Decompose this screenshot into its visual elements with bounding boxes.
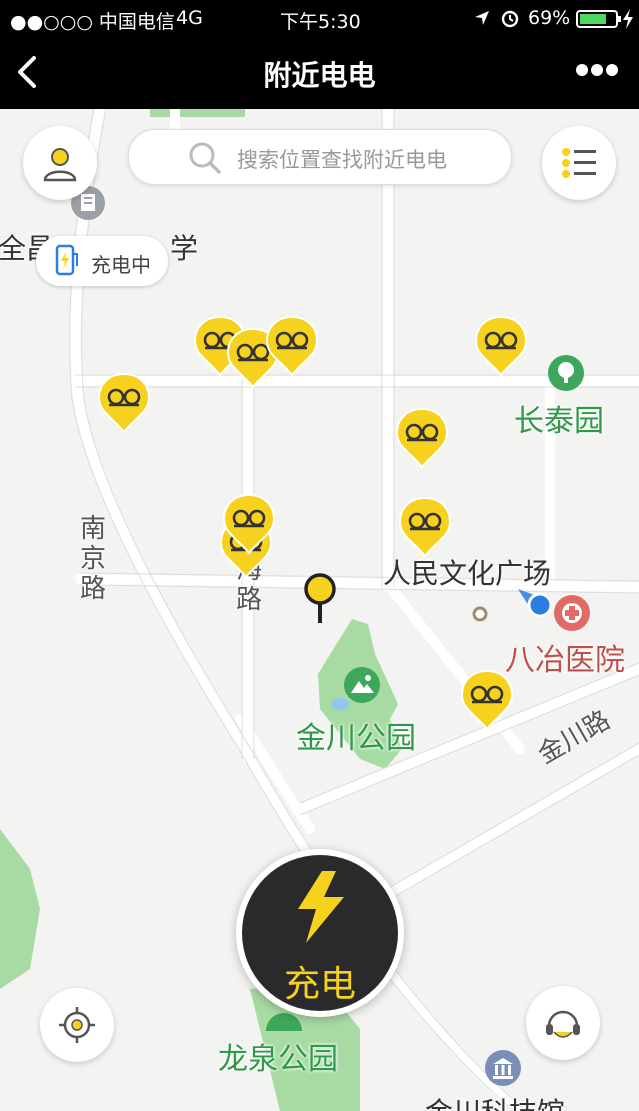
clock: 下午5:30: [280, 11, 361, 33]
science-museum-label: 金川科技馆: [425, 1091, 565, 1111]
charging-station-pin[interactable]: [474, 315, 528, 377]
changtai-park-label: 长泰园: [514, 404, 604, 439]
school-label-right: 学: [170, 232, 199, 265]
page-title: 附近电电: [263, 59, 376, 92]
bayie-hospital-label: 八冶医院: [505, 643, 625, 678]
status-bar: ●●○○○ 中国电信 4G 下午5:30 69%: [0, 0, 639, 36]
search-icon: [189, 142, 221, 174]
headset-icon: [546, 1010, 580, 1038]
charger-icon: [55, 244, 78, 276]
charging-status-badge[interactable]: 充电中: [36, 236, 168, 286]
charging-station-pin[interactable]: [97, 372, 151, 434]
charging-station-pin[interactable]: [222, 493, 276, 555]
customer-service-button[interactable]: [526, 986, 600, 1060]
nav-bar: 附近电电: [0, 36, 639, 109]
lu-road-label: 路: [236, 585, 263, 615]
battery-percent: 69%: [528, 7, 571, 29]
list-view-button[interactable]: [542, 126, 616, 200]
charging-station-pin[interactable]: [395, 407, 449, 469]
park-tree-icon: [548, 355, 584, 391]
charging-status-label: 充电中: [91, 253, 151, 277]
hospital-icon: [554, 595, 590, 631]
more-icon[interactable]: [574, 62, 620, 78]
pond-icon: [331, 698, 349, 710]
museum-icon: [485, 1050, 521, 1086]
crosshair-icon: [59, 1007, 95, 1043]
charging-bolt-icon: [623, 9, 633, 29]
charging-station-pin[interactable]: [460, 669, 514, 731]
map-center-pin-icon: [304, 573, 336, 623]
jinchuan-park-label: 金川公园: [296, 721, 416, 756]
charging-station-pin[interactable]: [398, 496, 452, 558]
alarm-icon: [501, 10, 519, 28]
green-area-left: [0, 829, 40, 989]
lightning-bolt-icon: [298, 871, 344, 943]
battery-icon: [576, 10, 621, 28]
poi-dot-icon: [472, 606, 488, 622]
search-bar[interactable]: 搜索位置查找附近电电: [128, 129, 512, 185]
location-arrow-icon: [475, 11, 489, 25]
charge-button-label: 充电: [283, 964, 356, 1005]
list-icon: [562, 148, 596, 178]
charge-button[interactable]: 充电: [236, 849, 404, 1017]
renmin-square-label: 人民文化广场: [383, 557, 552, 590]
charging-station-pin[interactable]: [265, 315, 319, 377]
longquan-park-label: 龙泉公园: [218, 1042, 338, 1077]
search-placeholder[interactable]: 搜索位置查找附近电电: [237, 144, 447, 174]
network-label: 4G: [176, 7, 203, 29]
locate-me-button[interactable]: [40, 988, 114, 1062]
map-view[interactable]: 全昌 学 南京路 海 路 金川路 长泰园 人民文化广场 八冶医院 金川公园 龙泉…: [0, 109, 639, 1111]
user-icon: [43, 148, 77, 182]
nanjing-road-label: 南京路: [80, 514, 107, 604]
carrier-label: ●●○○○ 中国电信: [10, 11, 175, 33]
user-profile-button[interactable]: [23, 126, 97, 200]
